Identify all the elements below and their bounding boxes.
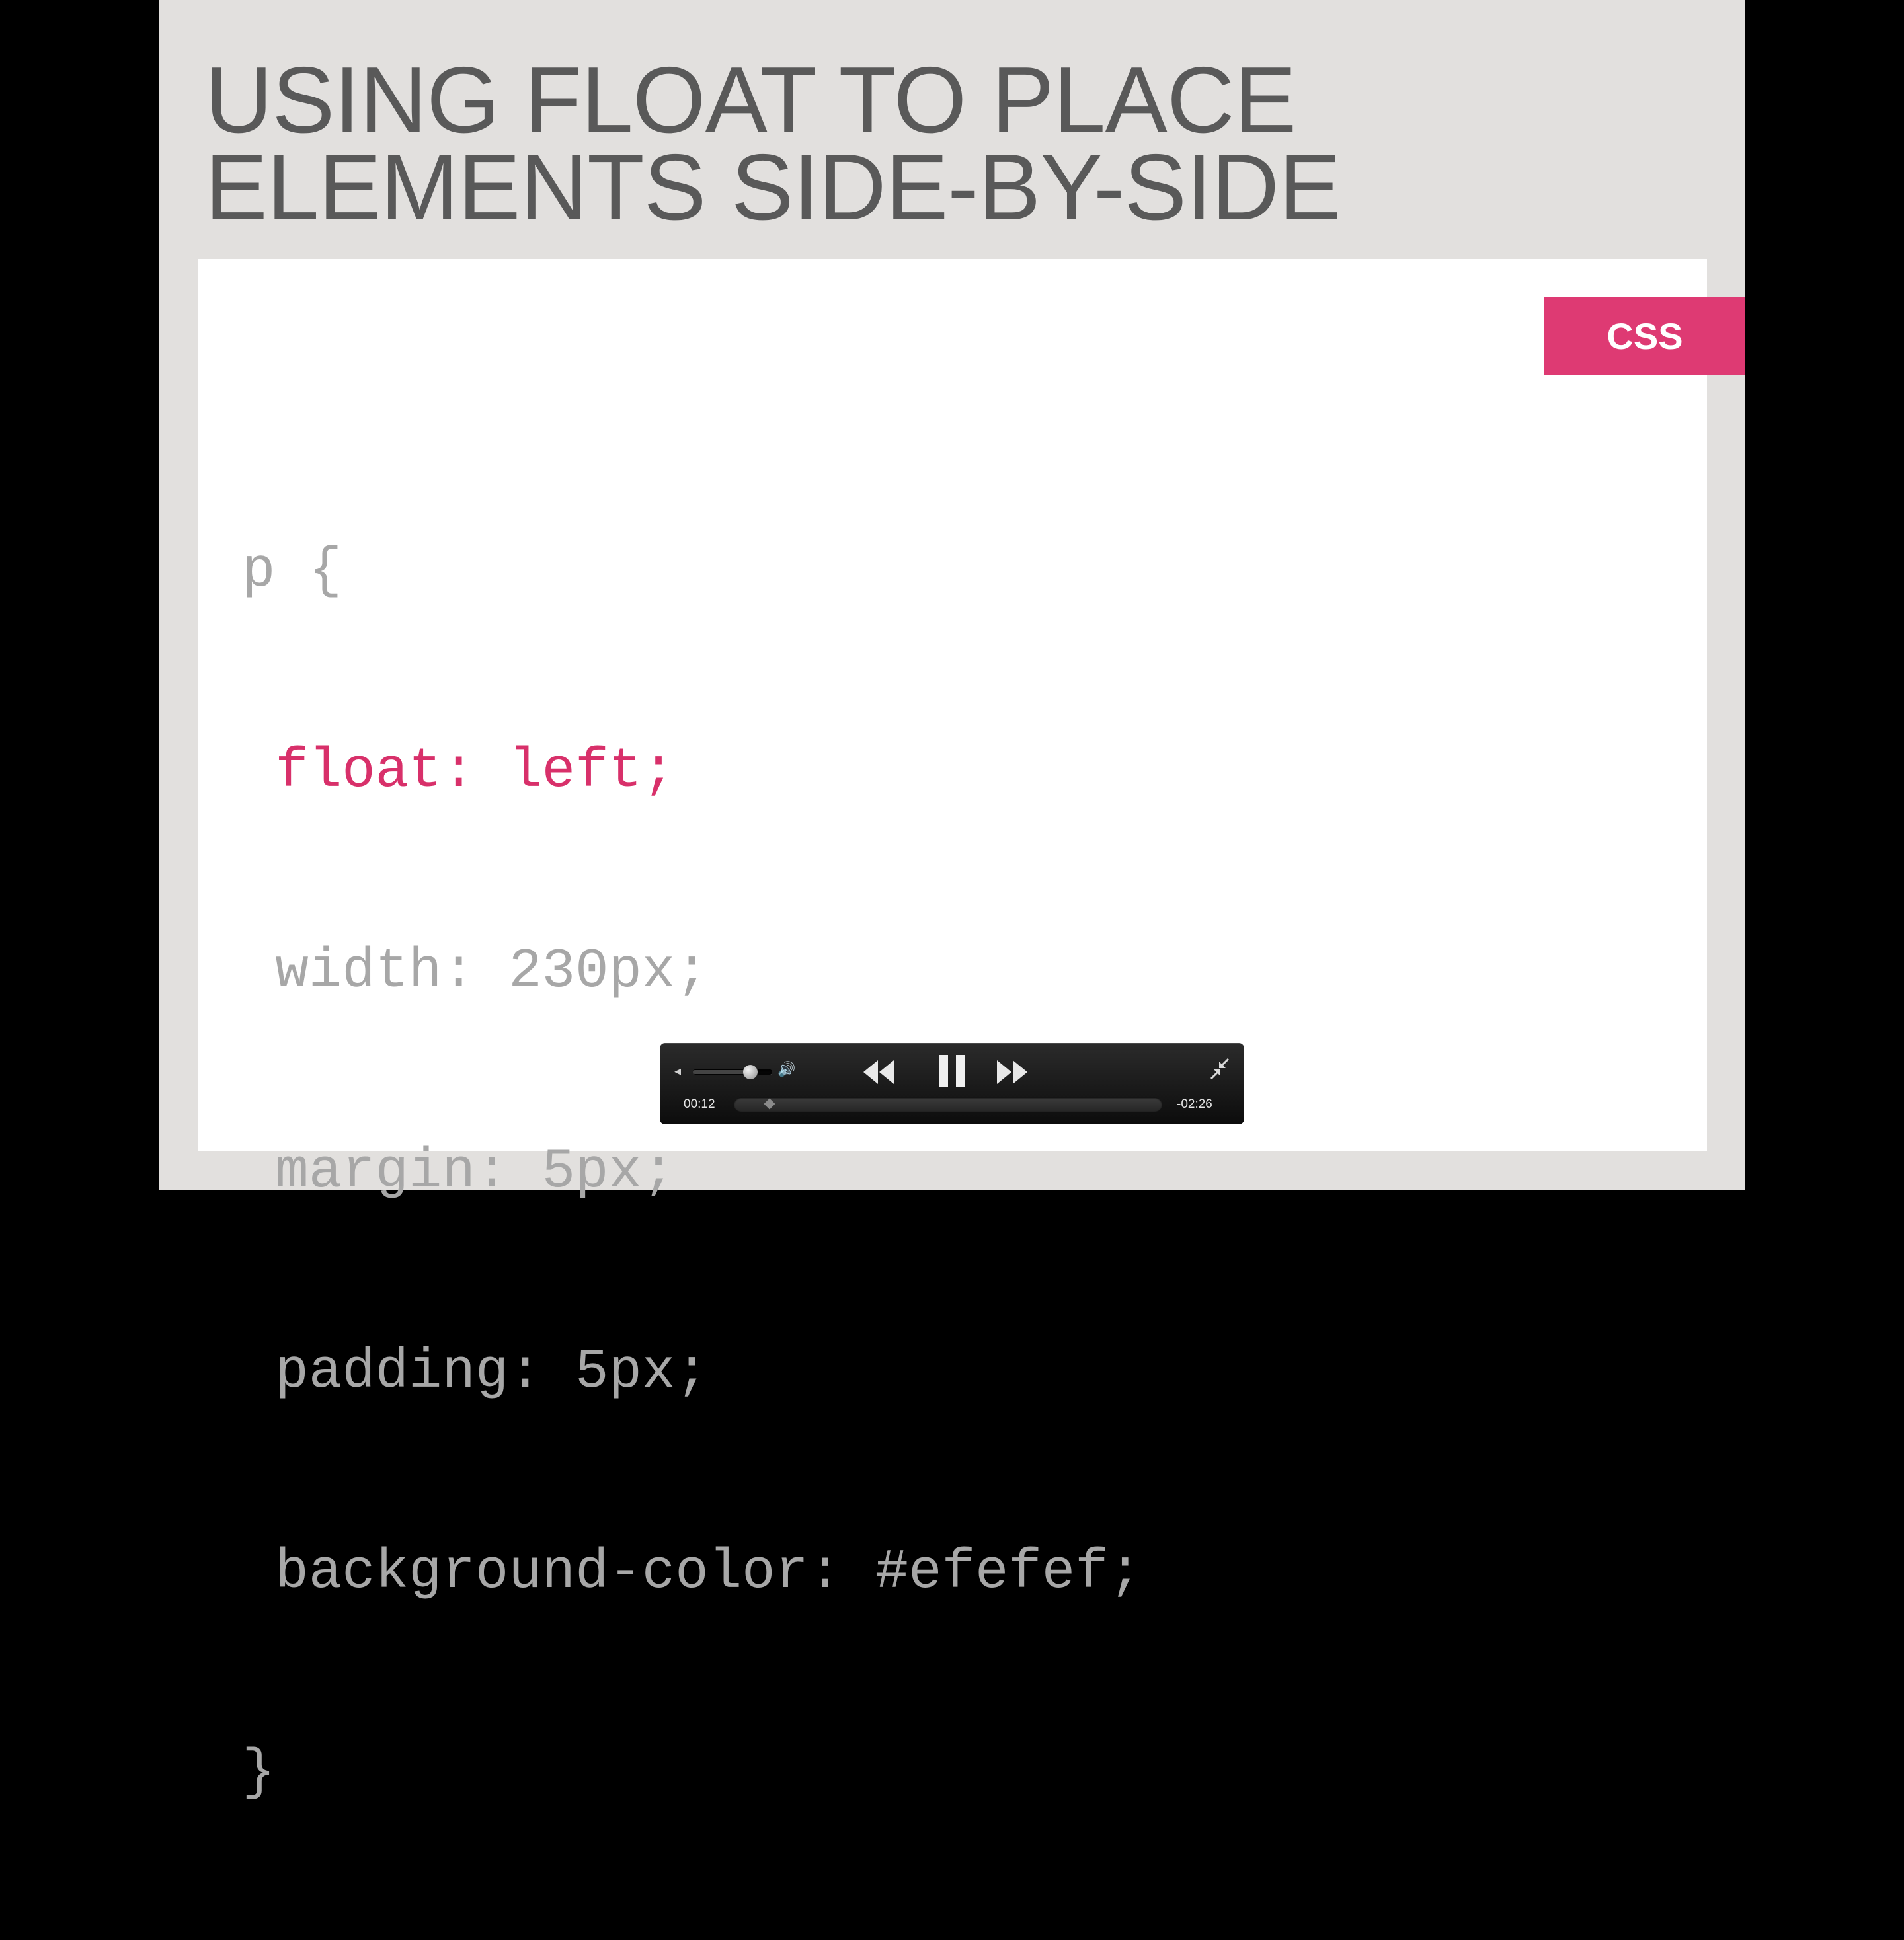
- volume-low-icon[interactable]: ◂: [674, 1063, 681, 1079]
- current-time: 00:12: [684, 1097, 715, 1111]
- volume-slider-fill: [693, 1070, 750, 1074]
- code-line-width: width: 230px;: [242, 941, 709, 1003]
- video-controller[interactable]: ◂ 🔊 00:12 -02:26: [660, 1043, 1244, 1124]
- rewind-icon[interactable]: [862, 1058, 895, 1087]
- code-line-padding: padding: 5px;: [242, 1341, 709, 1404]
- pause-icon[interactable]: [936, 1054, 968, 1088]
- slide-title-line-1: USING FLOAT TO PLACE: [205, 48, 1296, 153]
- code-line-background-color: background-color: #efefef;: [242, 1541, 1142, 1604]
- code-line-highlighted: float: left;: [242, 740, 676, 803]
- code-line-margin: margin: 5px;: [242, 1141, 676, 1204]
- exit-fullscreen-icon[interactable]: [1210, 1058, 1230, 1080]
- remaining-time: -02:26: [1177, 1097, 1212, 1111]
- fast-forward-icon[interactable]: [996, 1058, 1029, 1087]
- volume-high-icon[interactable]: 🔊: [777, 1062, 795, 1078]
- slide-title: USING FLOAT TO PLACE ELEMENTS SIDE-BY-SI…: [205, 48, 1341, 240]
- volume-slider-knob[interactable]: [743, 1065, 758, 1079]
- slide: USING FLOAT TO PLACE ELEMENTS SIDE-BY-SI…: [159, 0, 1745, 1804]
- code-line-open: p {: [242, 540, 342, 603]
- seek-bar[interactable]: [734, 1097, 1162, 1112]
- code-block: p { float: left; width: 230px; margin: 5…: [242, 405, 1142, 1940]
- slide-title-line-2: ELEMENTS SIDE-BY-SIDE: [205, 135, 1341, 240]
- css-language-tag: CSS: [1544, 297, 1745, 375]
- code-line-close: }: [242, 1742, 276, 1804]
